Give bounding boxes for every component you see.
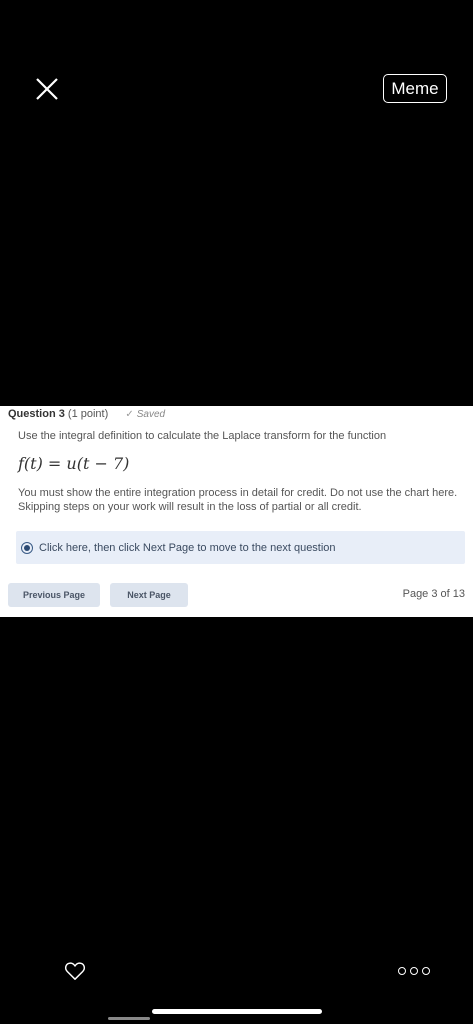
radio-button[interactable]	[21, 541, 33, 554]
question-note: You must show the entire integration pro…	[18, 487, 458, 513]
home-indicator[interactable]	[152, 1009, 322, 1014]
question-formula: f(t) = u(t − 7)	[18, 454, 130, 473]
more-dot	[422, 967, 430, 975]
media-scrubber[interactable]	[108, 1017, 150, 1020]
meme-button[interactable]: Meme	[383, 74, 447, 103]
saved-label: Saved	[136, 409, 166, 420]
page-indicator: Page 3 of 13	[402, 588, 465, 600]
more-options-icon[interactable]	[398, 967, 430, 975]
answer-option-label: Click here, then click Next Page to move…	[39, 541, 336, 554]
radio-selected-dot	[24, 544, 30, 551]
heart-icon[interactable]	[64, 961, 86, 981]
more-dot	[398, 967, 406, 975]
check-icon: ✓	[125, 409, 134, 420]
question-screenshot: Question 3 (1 point) ✓ Saved Use the inte…	[0, 406, 473, 617]
close-icon[interactable]	[34, 76, 60, 102]
saved-status: ✓ Saved	[125, 409, 165, 420]
next-page-button[interactable]: Next Page	[110, 583, 188, 607]
question-header: Question 3 (1 point) ✓ Saved	[8, 408, 165, 420]
question-points: (1 point)	[67, 408, 109, 420]
question-instruction: Use the integral definition to calculate…	[18, 430, 387, 442]
answer-option[interactable]: Click here, then click Next Page to move…	[16, 531, 465, 564]
previous-page-button[interactable]: Previous Page	[8, 583, 100, 607]
more-dot	[410, 967, 418, 975]
question-title: Question 3	[8, 408, 65, 420]
